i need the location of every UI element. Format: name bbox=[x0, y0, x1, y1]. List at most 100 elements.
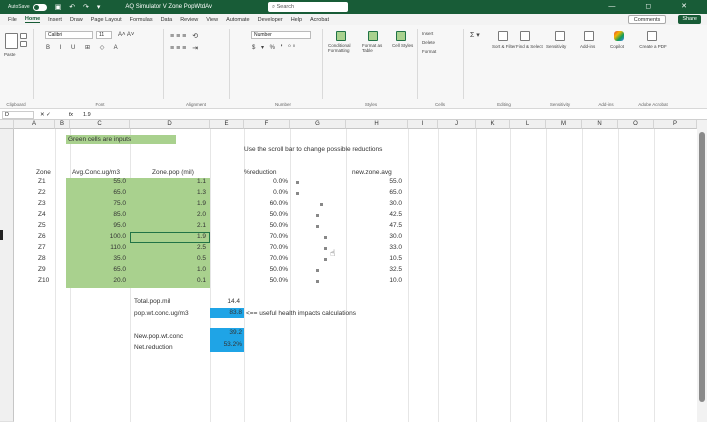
conc-header[interactable]: Avg.Conc.ug/m3 bbox=[72, 169, 120, 176]
column-header-e[interactable]: E bbox=[210, 120, 244, 129]
column-header-k[interactable]: K bbox=[476, 120, 510, 129]
pop-cell[interactable]: 2.0 bbox=[130, 211, 206, 218]
zone-cell[interactable]: Z5 bbox=[38, 222, 46, 229]
conc-cell[interactable]: 55.0 bbox=[70, 178, 126, 185]
new-avg-header[interactable]: new.zone.avg bbox=[352, 169, 392, 176]
new-avg-cell[interactable]: 47.5 bbox=[346, 222, 402, 229]
pop-cell[interactable]: 0.1 bbox=[130, 277, 206, 284]
pop-cell[interactable]: 1.9 bbox=[130, 200, 206, 207]
column-header-i[interactable]: I bbox=[408, 120, 438, 129]
conc-cell[interactable]: 95.0 bbox=[70, 222, 126, 229]
delete-cells-button[interactable]: Delete bbox=[422, 40, 435, 45]
column-header-j[interactable]: J bbox=[438, 120, 476, 129]
column-header-n[interactable]: N bbox=[582, 120, 618, 129]
reduction-scrollbar-thumb[interactable] bbox=[316, 214, 319, 217]
tab-help[interactable]: Help bbox=[291, 17, 302, 23]
top-align-icons[interactable]: ≡≡≡ ⟲ bbox=[170, 32, 200, 40]
formula-input[interactable]: 1.9 bbox=[83, 112, 91, 118]
reduction-scrollbar-thumb[interactable] bbox=[316, 280, 319, 283]
formula-cancel-confirm-icons[interactable]: ✕ ✓ bbox=[40, 112, 51, 118]
create-pdf-icon[interactable] bbox=[647, 31, 657, 41]
pop-wt-value[interactable]: 83.8 bbox=[210, 308, 244, 318]
useful-calc-note[interactable]: <== useful health impacts calculations bbox=[246, 310, 356, 317]
column-header-d[interactable]: D bbox=[130, 120, 210, 129]
find-select-icon[interactable] bbox=[520, 31, 530, 41]
conc-cell[interactable]: 85.0 bbox=[70, 211, 126, 218]
comments-button[interactable]: Comments bbox=[627, 15, 667, 24]
reduction-scrollbar-thumb[interactable] bbox=[296, 181, 299, 184]
add-ins-icon[interactable] bbox=[584, 31, 594, 41]
conc-cell[interactable]: 65.0 bbox=[70, 266, 126, 273]
new-avg-cell[interactable]: 65.0 bbox=[346, 189, 402, 196]
tab-formulas[interactable]: Formulas bbox=[130, 17, 153, 23]
zone-cell[interactable]: Z3 bbox=[38, 200, 46, 207]
horizontal-align-icons[interactable]: ≡≡≡ ⇥ bbox=[170, 44, 200, 52]
name-box[interactable]: D bbox=[2, 110, 34, 119]
font-size-dropdown[interactable]: 11 bbox=[96, 31, 112, 39]
currency-percent-icons[interactable]: $ ▾ % ❜ ⁰⁰ bbox=[252, 44, 297, 51]
column-header-h[interactable]: H bbox=[346, 120, 408, 129]
column-header-o[interactable]: O bbox=[618, 120, 654, 129]
insert-cells-button[interactable]: Insert bbox=[422, 31, 433, 36]
reduction-scrollbar-thumb[interactable] bbox=[320, 203, 323, 206]
tab-draw[interactable]: Draw bbox=[70, 17, 83, 23]
search-box[interactable]: ⌕ Search bbox=[268, 2, 348, 12]
pop-cell[interactable]: 1.0 bbox=[130, 266, 206, 273]
new-avg-cell[interactable]: 33.0 bbox=[346, 244, 402, 251]
insert-function-icon[interactable]: fx bbox=[69, 112, 73, 118]
tab-developer[interactable]: Developer bbox=[258, 17, 283, 23]
new-avg-cell[interactable]: 32.5 bbox=[346, 266, 402, 273]
zone-cell[interactable]: Z8 bbox=[38, 255, 46, 262]
column-header-f[interactable]: F bbox=[244, 120, 290, 129]
pop-cell[interactable]: 0.5 bbox=[130, 255, 206, 262]
reduction-cell[interactable]: 0.0% bbox=[244, 178, 288, 185]
tab-insert[interactable]: Insert bbox=[48, 17, 62, 23]
quick-access-toolbar[interactable]: ▣ ↶ ↷ ▾ bbox=[55, 3, 104, 11]
tab-view[interactable]: View bbox=[206, 17, 218, 23]
scroll-bar-note[interactable]: Use the scroll bar to change possible re… bbox=[244, 146, 382, 153]
total-pop-value[interactable]: 14.4 bbox=[212, 298, 240, 305]
sort-filter-icon[interactable] bbox=[498, 31, 508, 41]
window-controls[interactable]: — ◻ ✕ bbox=[608, 2, 701, 10]
conc-cell[interactable]: 65.0 bbox=[70, 189, 126, 196]
reduction-scrollbar-thumb[interactable] bbox=[324, 247, 327, 250]
zone-cell[interactable]: Z7 bbox=[38, 244, 46, 251]
reduction-scrollbar-thumb[interactable] bbox=[316, 269, 319, 272]
new-pop-value[interactable]: 39.2 bbox=[210, 328, 244, 338]
new-avg-cell[interactable]: 55.0 bbox=[346, 178, 402, 185]
pop-cell[interactable]: 1.1 bbox=[130, 178, 206, 185]
autosave-toggle[interactable] bbox=[32, 3, 47, 11]
zone-cell[interactable]: Z10 bbox=[38, 277, 49, 284]
cell-styles-icon[interactable] bbox=[396, 31, 406, 41]
vertical-scrollbar-thumb[interactable] bbox=[699, 132, 705, 402]
font-name-dropdown[interactable]: Calibri bbox=[45, 31, 93, 39]
net-reduction-value[interactable]: 53.2% bbox=[210, 338, 244, 352]
conc-cell[interactable]: 35.0 bbox=[70, 255, 126, 262]
pop-cell[interactable]: 1.3 bbox=[130, 189, 206, 196]
reduction-cell[interactable]: 0.0% bbox=[244, 189, 288, 196]
column-header-g[interactable]: G bbox=[290, 120, 346, 129]
tab-review[interactable]: Review bbox=[180, 17, 198, 23]
zone-cell[interactable]: Z1 bbox=[38, 178, 46, 185]
total-pop-label[interactable]: Total.pop.mil bbox=[134, 298, 171, 305]
zone-cell[interactable]: Z4 bbox=[38, 211, 46, 218]
reduction-header[interactable]: %reduction bbox=[244, 169, 277, 176]
reduction-scrollbar-thumb[interactable] bbox=[316, 225, 319, 228]
column-header-c[interactable]: C bbox=[70, 120, 130, 129]
reduction-cell[interactable]: 70.0% bbox=[244, 233, 288, 240]
column-header-a[interactable]: A bbox=[14, 120, 55, 129]
reduction-scrollbar-thumb[interactable] bbox=[324, 236, 327, 239]
reduction-scrollbar-thumb[interactable] bbox=[324, 258, 327, 261]
reduction-cell[interactable]: 50.0% bbox=[244, 222, 288, 229]
reduction-cell[interactable]: 70.0% bbox=[244, 255, 288, 262]
tab-acrobat[interactable]: Acrobat bbox=[310, 17, 329, 23]
reduction-cell[interactable]: 50.0% bbox=[244, 277, 288, 284]
tab-automate[interactable]: Automate bbox=[226, 17, 250, 23]
zone-cell[interactable]: Z9 bbox=[38, 266, 46, 273]
row-headers[interactable] bbox=[0, 129, 14, 422]
share-button[interactable]: Share bbox=[678, 15, 701, 24]
sensitivity-icon[interactable] bbox=[555, 31, 565, 41]
conc-cell[interactable]: 20.0 bbox=[70, 277, 126, 284]
copilot-icon[interactable] bbox=[614, 31, 624, 41]
pop-wt-label[interactable]: pop.wt.conc.ug/m3 bbox=[134, 310, 189, 317]
